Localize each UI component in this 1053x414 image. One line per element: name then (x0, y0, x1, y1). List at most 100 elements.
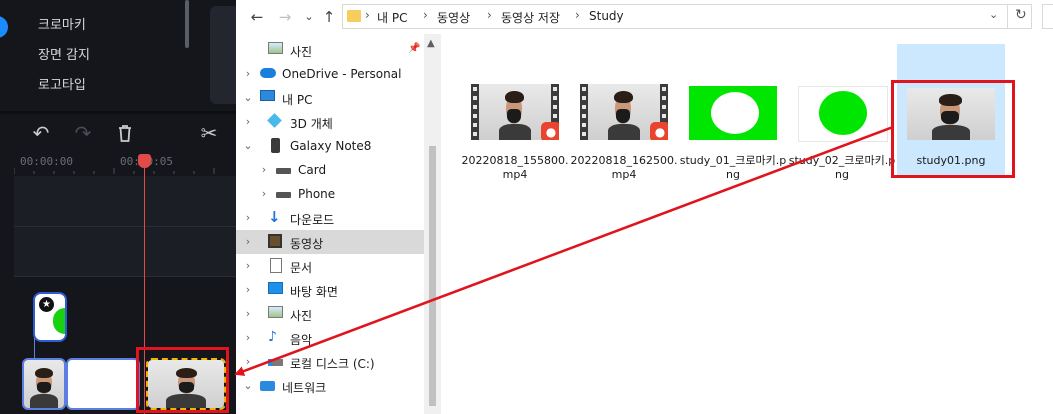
playhead-handle[interactable] (138, 154, 151, 168)
file-name: 20220818_162500.mp4 (570, 154, 678, 181)
tree-item-label: 동영상 (290, 237, 324, 251)
redo-icon[interactable]: ↷ (70, 120, 96, 146)
chevron-right-icon: › (365, 8, 370, 22)
tree-item[interactable]: › 바탕 화면 (236, 278, 424, 302)
music-icon: ♪ (268, 329, 277, 345)
tree-item[interactable]: 사진 📌 (236, 38, 424, 62)
undo-icon[interactable]: ↶ (28, 120, 54, 146)
tree-item[interactable]: › ↓ 다운로드 (236, 206, 424, 230)
tree-item[interactable]: › ♪ 음악 (236, 326, 424, 350)
timeline-toolbar: ↶ ↷ ✂ (0, 114, 236, 152)
chevron-down-icon[interactable]: ⌄ (242, 91, 254, 104)
tree-item-label: 사진 (290, 45, 313, 59)
tree-item[interactable]: › 동영상 (236, 230, 424, 254)
computer-icon (260, 90, 276, 105)
breadcrumb-item[interactable]: 동영상 저장 (501, 9, 560, 26)
tree-item-label: Card (298, 163, 327, 177)
chevron-right-icon[interactable]: › (242, 331, 254, 344)
green-overlay-shape (53, 308, 65, 334)
file-item[interactable]: study_02_크로마키.png (788, 44, 896, 181)
chevron-right-icon: › (487, 8, 492, 22)
download-icon: ↓ (268, 208, 281, 226)
chevron-down-icon[interactable]: ⌄ (989, 8, 998, 21)
tree-item-label: 다운로드 (290, 213, 335, 227)
chevron-right-icon[interactable]: › (242, 307, 254, 320)
recent-dropdown-icon[interactable]: ⌄ (298, 6, 320, 28)
cut-icon[interactable]: ✂ (196, 120, 222, 146)
chevron-right-icon[interactable]: › (242, 259, 254, 272)
green-ellipse (819, 91, 867, 135)
file-item[interactable]: ● 20220818_155800.mp4 (461, 44, 569, 181)
chevron-right-icon[interactable]: › (242, 67, 254, 80)
folder-icon (347, 10, 361, 22)
file-thumbnail: ● (471, 84, 559, 140)
tree-item[interactable]: ⌄ 내 PC (236, 86, 424, 110)
chevron-down-icon[interactable]: ⌄ (242, 139, 254, 152)
overlay-clip[interactable]: ★ (33, 292, 67, 342)
tree-item[interactable]: › Phone (236, 182, 424, 206)
search-box[interactable] (1042, 4, 1053, 29)
breadcrumb-item[interactable]: 동영상 (437, 9, 470, 26)
chevron-right-icon[interactable]: › (258, 163, 270, 176)
network-icon (260, 378, 276, 393)
chevron-right-icon[interactable]: › (242, 115, 254, 128)
menu-scrollbar[interactable] (185, 0, 189, 48)
tree-item[interactable]: ⌄ 네트워크 (236, 374, 424, 398)
forward-arrow-icon[interactable]: → (274, 6, 296, 28)
drive-icon (276, 162, 292, 177)
file-item[interactable]: ● 20220818_162500.mp4 (570, 44, 678, 181)
up-arrow-icon[interactable]: ↑ (318, 6, 340, 28)
chevron-right-icon[interactable]: › (242, 355, 254, 368)
file-thumbnail: ● (580, 84, 668, 140)
tree-item[interactable]: › Card (236, 158, 424, 182)
breadcrumb-item[interactable]: 내 PC (377, 9, 407, 26)
chevron-right-icon: › (575, 8, 580, 22)
cloud-icon (260, 66, 276, 81)
file-item[interactable]: study_01_크로마키.png (679, 44, 787, 181)
file-name: 20220818_155800.mp4 (461, 154, 569, 181)
file-name: study_02_크로마키.png (788, 154, 896, 181)
breadcrumb-item[interactable]: Study (589, 9, 624, 23)
tree-item-label: 문서 (290, 261, 313, 275)
chevron-right-icon[interactable]: › (242, 235, 254, 248)
tree-item-label: OneDrive - Personal (282, 67, 402, 81)
menu-item-scene-detect[interactable]: 장면 감지 (38, 44, 90, 63)
tree-scrollbar[interactable]: ▲ (424, 34, 441, 414)
chevron-right-icon[interactable]: › (242, 211, 254, 224)
chevron-right-icon[interactable]: › (242, 283, 254, 296)
chevron-down-icon[interactable]: ⌄ (242, 379, 254, 392)
white-image-clip[interactable] (66, 358, 140, 410)
tree-item[interactable]: › 문서 (236, 254, 424, 278)
picture-icon (268, 42, 284, 57)
scrollbar-thumb[interactable] (429, 146, 436, 406)
annotation-box-target (136, 347, 229, 413)
tree-item[interactable]: › 사진 (236, 302, 424, 326)
menu-item-chroma-key[interactable]: 크로마키 (38, 14, 86, 33)
refresh-icon[interactable]: ↻ (1015, 7, 1027, 23)
tree-item-label: 로컬 디스크 (C:) (290, 357, 375, 371)
app-badge-icon (0, 16, 8, 38)
track-divider (14, 226, 236, 227)
navigation-tree: 사진 📌 › OneDrive - Personal ⌄ 내 PC › 3D 개체 ⌄ Galax… (236, 34, 424, 414)
tree-item[interactable]: ⌄ Galaxy Note8 (236, 134, 424, 158)
track-divider (14, 276, 236, 277)
scroll-up-icon[interactable]: ▲ (427, 38, 435, 49)
chevron-right-icon[interactable]: › (258, 187, 270, 200)
pin-icon[interactable]: 📌 (408, 43, 420, 54)
tree-item[interactable]: › 3D 개체 (236, 110, 424, 134)
tree-item[interactable]: › OneDrive - Personal (236, 62, 424, 86)
back-arrow-icon[interactable]: ← (246, 6, 268, 28)
film-strip-icon (580, 84, 588, 140)
menu-item-logotype[interactable]: 로고타입 (38, 74, 86, 93)
video-app-badge-icon: ● (541, 122, 559, 140)
video-clip[interactable] (22, 358, 66, 410)
tree-item[interactable]: › 로컬 디스크 (C:) (236, 350, 424, 374)
overlay-link-line (34, 338, 35, 358)
address-bar[interactable]: › 내 PC › 동영상 › 동영상 저장 › Study ⌄ ↻ (342, 4, 1032, 29)
navigation-bar: ← → ⌄ ↑ › 내 PC › 동영상 › 동영상 저장 › Study ⌄ … (236, 0, 1053, 35)
document-icon (268, 258, 284, 273)
tree-item-label: 네트워크 (282, 381, 327, 395)
tree-item-label: 음악 (290, 333, 313, 347)
timeline-ruler[interactable]: 00:00:00 00:00:05 (0, 152, 236, 174)
delete-icon[interactable] (112, 120, 138, 146)
